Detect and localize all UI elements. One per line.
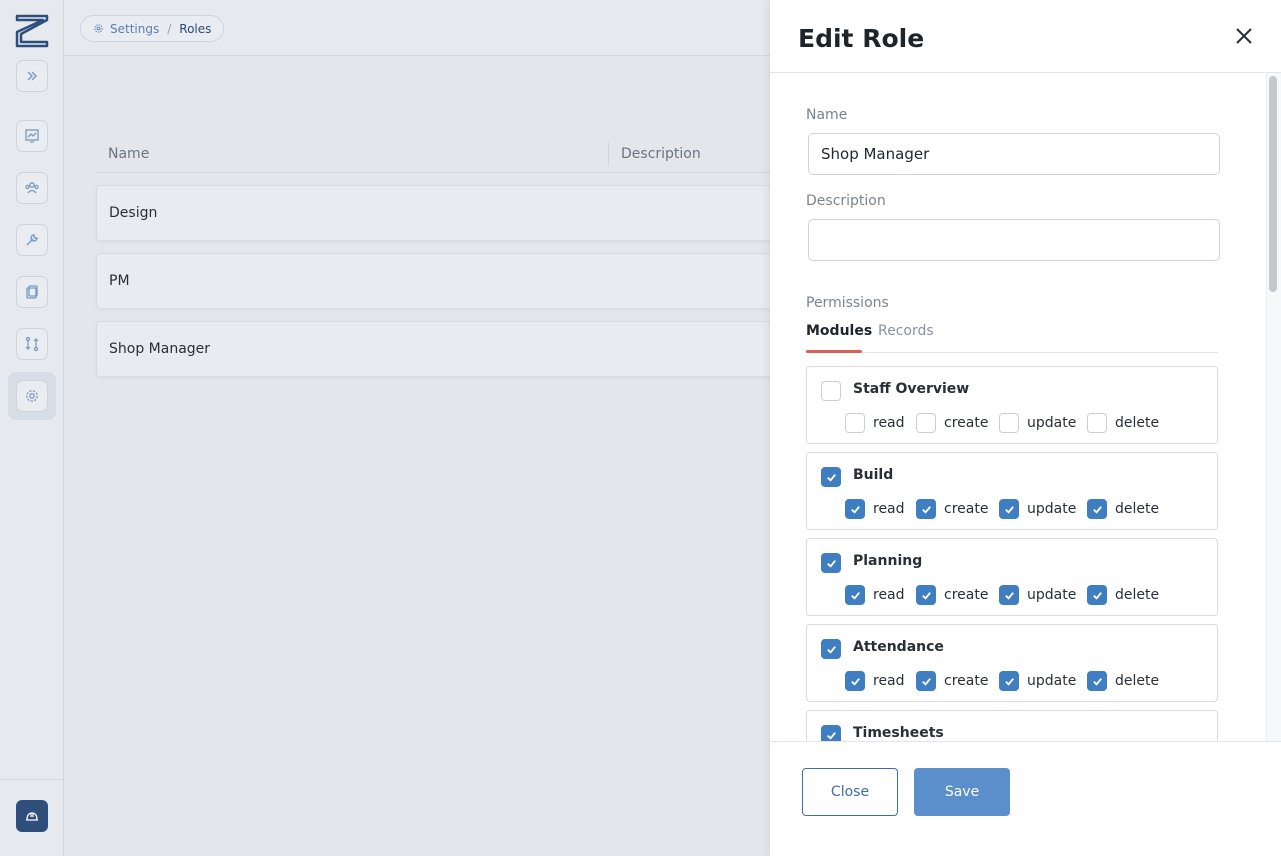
permission-checkbox-delete[interactable] bbox=[1087, 585, 1107, 605]
rail-divider bbox=[0, 779, 64, 780]
module-card: Timesheets bbox=[806, 710, 1218, 741]
wrench-icon bbox=[26, 234, 38, 246]
table-row[interactable]: Design bbox=[96, 185, 816, 241]
permissions-tabs: Modules Records bbox=[806, 321, 1218, 353]
team-icon bbox=[25, 182, 39, 194]
permission-checkbox-delete[interactable] bbox=[1087, 413, 1107, 433]
name-label: Name bbox=[806, 107, 848, 123]
column-header-description[interactable]: Description bbox=[621, 146, 701, 162]
permission-label: update bbox=[1027, 501, 1077, 517]
module-title: Build bbox=[853, 467, 894, 483]
roles-table-header: Name Description bbox=[96, 142, 816, 173]
column-header-name[interactable]: Name bbox=[108, 146, 149, 162]
module-title: Timesheets bbox=[853, 725, 944, 741]
permission-label: update bbox=[1027, 587, 1077, 603]
workflow-icon bbox=[25, 336, 39, 352]
nav-dashboard-button[interactable] bbox=[16, 120, 48, 152]
description-field[interactable] bbox=[808, 219, 1220, 261]
permission-label: delete bbox=[1115, 415, 1160, 431]
settings-icon bbox=[26, 390, 38, 402]
permission-checkbox-read[interactable] bbox=[845, 585, 865, 605]
module-checkbox[interactable] bbox=[821, 381, 841, 401]
permission-checkbox-delete[interactable] bbox=[1087, 499, 1107, 519]
edit-role-drawer: Edit Role Name Description Permissions M… bbox=[770, 0, 1281, 856]
hardhat-icon bbox=[26, 812, 38, 821]
permission-checkbox-read[interactable] bbox=[845, 499, 865, 519]
close-button[interactable]: Close bbox=[802, 768, 898, 816]
permission-label: read bbox=[873, 501, 905, 517]
nav-settings-button[interactable] bbox=[16, 380, 48, 412]
permission-label: read bbox=[873, 673, 905, 689]
nav-documents-button[interactable] bbox=[16, 276, 48, 308]
permission-checkbox-update[interactable] bbox=[999, 499, 1019, 519]
module-card: Attendance read create update delete bbox=[806, 624, 1218, 702]
clipboard-icon bbox=[26, 285, 38, 299]
sidebar-rail bbox=[0, 0, 64, 856]
permission-checkbox-create[interactable] bbox=[916, 413, 936, 433]
permission-checkbox-update[interactable] bbox=[999, 585, 1019, 605]
module-checkbox[interactable] bbox=[821, 553, 841, 573]
nav-team-button[interactable] bbox=[16, 172, 48, 204]
permissions-label: Permissions bbox=[806, 295, 889, 311]
breadcrumb-settings-link[interactable]: Settings bbox=[110, 22, 159, 36]
scrollbar-thumb[interactable] bbox=[1269, 76, 1277, 292]
module-card: Staff Overview read create update delete bbox=[806, 366, 1218, 444]
permission-checkbox-update[interactable] bbox=[999, 413, 1019, 433]
row-name: PM bbox=[109, 273, 130, 289]
permission-label: delete bbox=[1115, 587, 1160, 603]
permission-label: create bbox=[944, 587, 989, 603]
permission-checkbox-create[interactable] bbox=[916, 671, 936, 691]
active-tab-indicator bbox=[806, 350, 862, 353]
table-row[interactable]: PM bbox=[96, 253, 816, 309]
save-button[interactable]: Save bbox=[914, 768, 1010, 816]
module-title: Staff Overview bbox=[853, 381, 970, 397]
close-icon[interactable] bbox=[1232, 24, 1256, 48]
name-field[interactable] bbox=[808, 133, 1220, 175]
settings-icon bbox=[94, 24, 103, 33]
logo-icon[interactable] bbox=[15, 14, 49, 48]
tab-modules[interactable]: Modules bbox=[806, 323, 872, 339]
permission-label: update bbox=[1027, 415, 1077, 431]
drawer-footer: Close Save bbox=[770, 741, 1281, 856]
drawer-body: Name Description Permissions Modules Rec… bbox=[770, 73, 1266, 741]
permission-label: create bbox=[944, 501, 989, 517]
permission-label: update bbox=[1027, 673, 1077, 689]
row-name: Shop Manager bbox=[109, 341, 211, 357]
module-checkbox[interactable] bbox=[821, 639, 841, 659]
description-label: Description bbox=[806, 193, 886, 209]
permission-label: delete bbox=[1115, 673, 1160, 689]
permission-checkbox-create[interactable] bbox=[916, 499, 936, 519]
expand-icon bbox=[27, 71, 37, 81]
permission-label: create bbox=[944, 415, 989, 431]
module-card: Build read create update delete bbox=[806, 452, 1218, 530]
breadcrumb-separator: / bbox=[167, 21, 172, 36]
permission-checkbox-read[interactable] bbox=[845, 413, 865, 433]
module-title: Attendance bbox=[853, 639, 944, 655]
breadcrumb-current: Roles bbox=[179, 21, 212, 36]
permission-checkbox-update[interactable] bbox=[999, 671, 1019, 691]
chart-icon bbox=[25, 129, 39, 143]
permission-checkbox-create[interactable] bbox=[916, 585, 936, 605]
drawer-title: Edit Role bbox=[798, 24, 925, 53]
row-name: Design bbox=[109, 205, 158, 221]
column-divider bbox=[608, 142, 609, 166]
nav-tools-button[interactable] bbox=[16, 224, 48, 256]
account-button[interactable] bbox=[16, 800, 48, 832]
permission-label: read bbox=[873, 587, 905, 603]
permission-label: delete bbox=[1115, 501, 1160, 517]
module-card: Planning read create update delete bbox=[806, 538, 1218, 616]
module-title: Planning bbox=[853, 553, 923, 569]
tab-records[interactable]: Records bbox=[878, 323, 934, 339]
permission-checkbox-read[interactable] bbox=[845, 671, 865, 691]
module-checkbox[interactable] bbox=[821, 467, 841, 487]
nav-workflow-button[interactable] bbox=[16, 328, 48, 360]
permission-label: create bbox=[944, 673, 989, 689]
permission-checkbox-delete[interactable] bbox=[1087, 671, 1107, 691]
expand-sidebar-button[interactable] bbox=[16, 60, 48, 92]
table-row[interactable]: Shop Manager bbox=[96, 321, 816, 377]
permission-label: read bbox=[873, 415, 905, 431]
breadcrumb: Settings / Roles bbox=[80, 15, 225, 42]
module-checkbox[interactable] bbox=[821, 725, 841, 741]
